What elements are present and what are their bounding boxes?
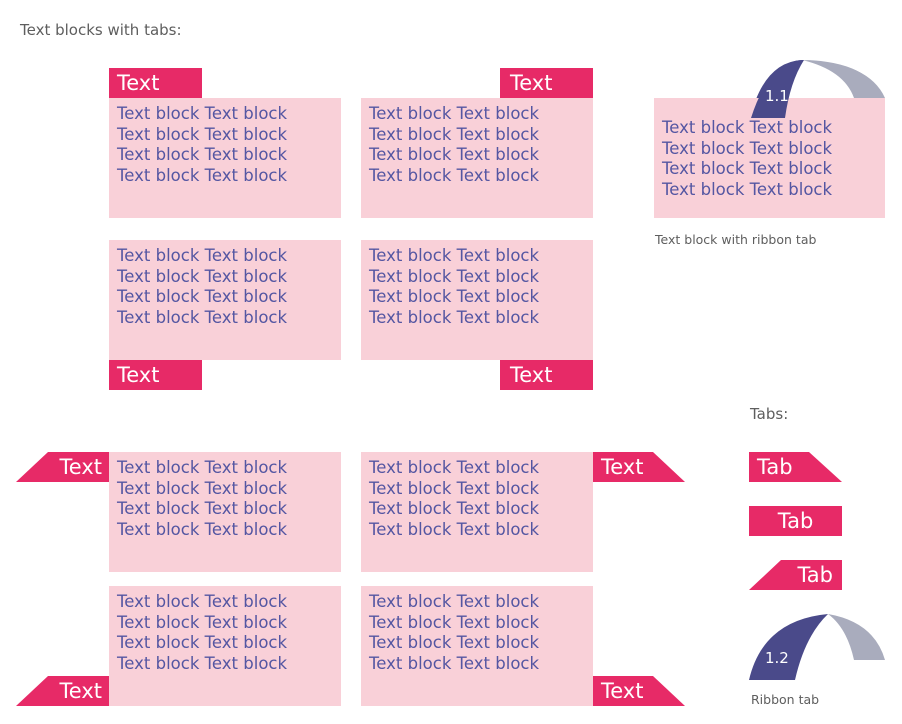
text-block-bottom-left-tab: Text block Text block Text block Text bl…: [109, 240, 341, 360]
ribbon-number: 1.2: [765, 649, 789, 667]
block-line: Text block Text block: [369, 633, 540, 653]
text-block-left-side-top-tab: Text block Text block Text block Text bl…: [109, 452, 341, 572]
right-side-top-tab: Text: [593, 452, 685, 482]
main-heading: Text blocks with tabs:: [20, 21, 182, 39]
block-line: Text block Text block: [369, 266, 540, 286]
right-side-bottom-tab: Text: [593, 676, 685, 706]
block-line: Text block Text block: [369, 246, 540, 265]
block-line: Text block Text block: [117, 124, 288, 144]
block-line: Text block Text block: [662, 118, 833, 137]
block-line: Text block Text block: [369, 612, 540, 632]
left-side-bottom-tab: Text: [16, 676, 109, 706]
sample-tab-slant-left: Tab: [749, 560, 842, 590]
tabs-heading: Tabs:: [750, 405, 789, 423]
block-line: Text block Text block: [662, 179, 833, 199]
block-line: Text block Text block: [369, 104, 540, 123]
block-line: Text block Text block: [369, 519, 540, 539]
ribbon-front: [749, 614, 828, 680]
ribbon-number: 1.1: [765, 87, 789, 105]
block-line: Text block Text block: [117, 458, 288, 477]
block-line: Text block Text block: [117, 287, 288, 307]
block-line: Text block Text block: [369, 165, 540, 185]
block-line: Text block Text block: [369, 307, 540, 327]
sample-tab-rectangle: Tab: [749, 506, 842, 536]
block-line: Text block Text block: [369, 145, 540, 165]
block-line: Text block Text block: [369, 458, 540, 477]
top-right-tab: Text: [500, 68, 593, 98]
ribbon-tab-caption: Ribbon tab: [751, 692, 820, 707]
block-line: Text block Text block: [117, 653, 288, 673]
block-line: Text block Text block: [369, 287, 540, 307]
block-line: Text block Text block: [369, 124, 540, 144]
block-line: Text block Text block: [369, 499, 540, 519]
ribbon-back: [828, 614, 885, 660]
block-line: Text block Text block: [117, 633, 288, 653]
top-left-tab: Text: [109, 68, 202, 98]
ribbon-back: [806, 60, 884, 98]
text-block-left-side-bottom-tab: Text block Text block Text block Text bl…: [109, 586, 341, 706]
block-line: Text block Text block: [117, 612, 288, 632]
left-side-top-tab: Text: [16, 452, 109, 482]
ribbon-block-caption: Text block with ribbon tab: [655, 232, 817, 247]
block-line: Text block Text block: [117, 246, 288, 265]
block-line: Text block Text block: [117, 145, 288, 165]
ribbon-tab-1-2: [749, 614, 885, 680]
block-line: Text block Text block: [117, 592, 288, 611]
text-block-right-side-top-tab: Text block Text block Text block Text bl…: [361, 452, 593, 572]
block-line: Text block Text block: [117, 266, 288, 286]
block-line: Text block Text block: [662, 138, 833, 158]
block-line: Text block Text block: [117, 478, 288, 498]
block-line: Text block Text block: [117, 519, 288, 539]
block-line: Text block Text block: [117, 499, 288, 519]
bottom-right-tab: Text: [500, 360, 593, 390]
block-line: Text block Text block: [117, 307, 288, 327]
text-block-bottom-right-tab: Text block Text block Text block Text bl…: [361, 240, 593, 360]
text-block-top-left-tab: Text block Text block Text block Text bl…: [109, 98, 341, 218]
block-line: Text block Text block: [369, 653, 540, 673]
block-line: Text block Text block: [662, 159, 833, 179]
sample-tab-slant-right: Tab: [749, 452, 842, 482]
bottom-left-tab: Text: [109, 360, 202, 390]
block-line: Text block Text block: [369, 478, 540, 498]
block-line: Text block Text block: [117, 165, 288, 185]
text-block-top-right-tab: Text block Text block Text block Text bl…: [361, 98, 593, 218]
block-line: Text block Text block: [369, 592, 540, 611]
block-line: Text block Text block: [117, 104, 288, 123]
text-block-right-side-bottom-tab: Text block Text block Text block Text bl…: [361, 586, 593, 706]
